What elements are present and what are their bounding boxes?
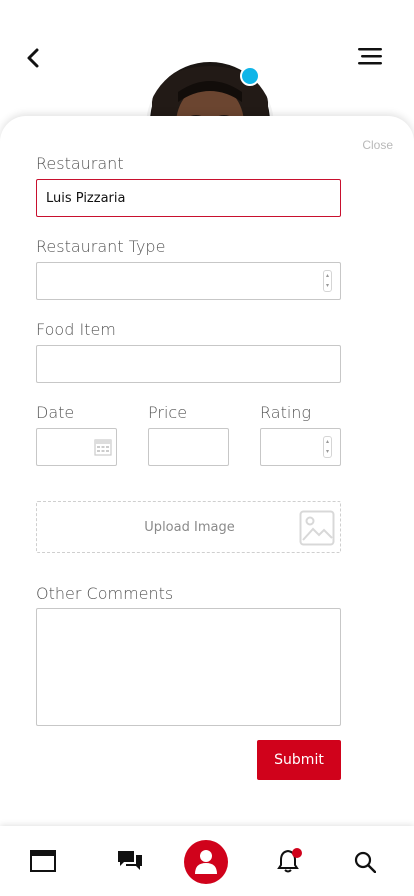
restaurant-input-value: Luis Pizzaria — [46, 191, 126, 206]
nav-notifications[interactable] — [258, 826, 318, 896]
price-label: Price — [148, 403, 188, 422]
chat-bubbles-icon — [118, 851, 142, 870]
food-item-input[interactable] — [36, 345, 341, 383]
food-item-label: Food Item — [36, 320, 116, 339]
form-sheet: Close Restaurant Luis Pizzaria Restauran… — [0, 116, 414, 826]
price-input[interactable] — [148, 428, 229, 466]
select-arrows-icon: ▴ ▾ — [323, 270, 332, 292]
search-icon — [354, 851, 376, 873]
online-status-dot — [240, 66, 260, 86]
image-icon — [299, 510, 335, 546]
restaurant-type-label: Restaurant Type — [36, 237, 166, 256]
date-input[interactable] — [36, 428, 117, 466]
profile-icon — [195, 850, 217, 874]
upload-image-label: Upload Image — [144, 520, 235, 535]
nav-search[interactable] — [336, 826, 396, 896]
restaurant-type-select[interactable]: ▴ ▾ — [36, 262, 341, 300]
other-comments-label: Other Comments — [36, 584, 174, 603]
submit-button[interactable]: Submit — [257, 740, 341, 780]
menu-button[interactable] — [357, 46, 385, 68]
other-comments-textarea[interactable] — [36, 608, 341, 726]
restaurant-label: Restaurant — [36, 154, 124, 173]
back-button[interactable] — [22, 46, 46, 70]
upload-image-button[interactable]: Upload Image — [36, 501, 341, 553]
chevron-left-icon — [27, 48, 39, 68]
rating-label: Rating — [260, 403, 312, 422]
stepper-arrows-icon: ▴ ▾ — [323, 436, 332, 458]
bottom-navigation — [0, 826, 414, 896]
hamburger-menu-icon — [358, 48, 382, 65]
nav-messages[interactable] — [100, 826, 160, 896]
close-button[interactable]: Close — [362, 138, 393, 152]
rating-input[interactable]: ▴ ▾ — [260, 428, 341, 466]
browser-window-icon — [30, 850, 56, 872]
calendar-icon — [94, 439, 112, 456]
nav-profile[interactable] — [184, 840, 228, 884]
notification-badge — [292, 848, 302, 858]
date-label: Date — [36, 403, 75, 422]
nav-browser[interactable] — [12, 826, 72, 896]
restaurant-input[interactable]: Luis Pizzaria — [36, 179, 341, 217]
